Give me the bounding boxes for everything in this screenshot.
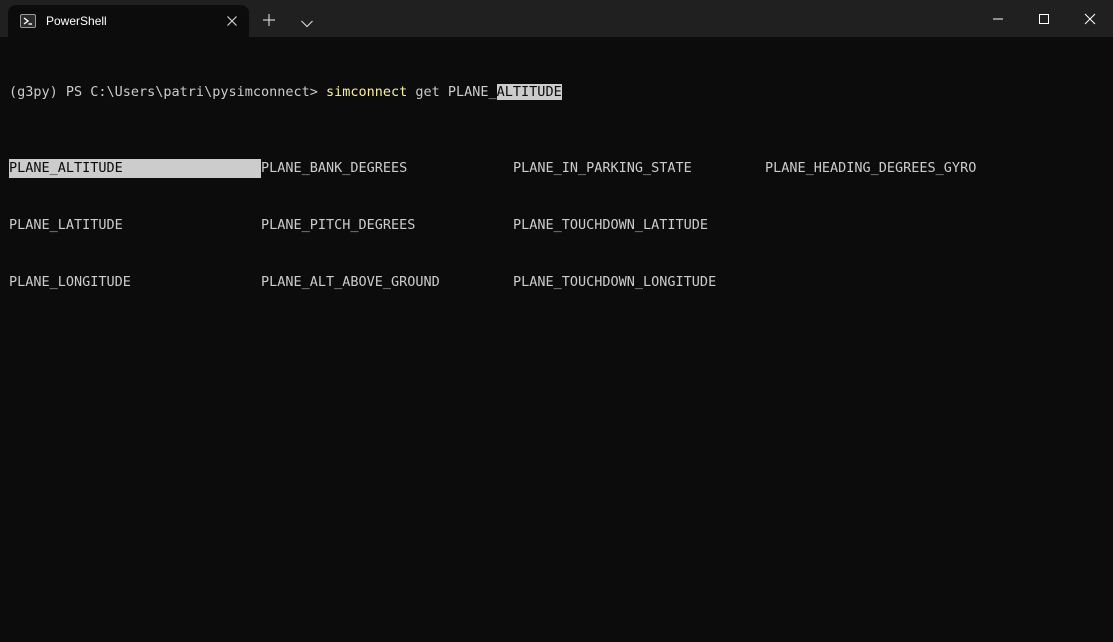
minimize-icon (993, 18, 1003, 20)
tab-powershell[interactable]: PowerShell (8, 5, 249, 37)
completion-item[interactable]: PLANE_TOUCHDOWN_LATITUDE (513, 216, 708, 235)
maximize-button[interactable] (1021, 0, 1067, 37)
completion-row: PLANE_LONGITUDE PLANE_ALT_ABOVE_GROUND P… (9, 273, 1109, 292)
completion-item[interactable]: PLANE_LONGITUDE (9, 273, 131, 292)
completion-item[interactable]: PLANE_LATITUDE (9, 216, 123, 235)
completion-item[interactable]: PLANE_BANK_DEGREES (261, 159, 407, 178)
selected-completion-text: ALTITUDE (496, 84, 562, 100)
completion-row: PLANE_ALTITUDE PLANE_BANK_DEGREES PLANE_… (9, 159, 1109, 178)
terminal-window: PowerShell (g3py) PS C:\Users\patri\pysi… (0, 0, 1113, 642)
chevron-down-icon[interactable] (300, 14, 314, 28)
completion-row: PLANE_LATITUDE PLANE_PITCH_DEGREES PLANE… (9, 216, 1109, 235)
completion-item[interactable]: PLANE_IN_PARKING_STATE (513, 159, 692, 178)
completion-item[interactable]: PLANE_TOUCHDOWN_LONGITUDE (513, 273, 716, 292)
prompt-line: (g3py) PS C:\Users\patri\pysimconnect> s… (9, 83, 1109, 102)
maximize-icon (1039, 14, 1049, 24)
completion-item[interactable]: PLANE_PITCH_DEGREES (261, 216, 415, 235)
completion-item[interactable]: PLANE_HEADING_DEGREES_GYRO (765, 159, 976, 178)
tab-close-icon[interactable] (224, 13, 240, 29)
plus-icon[interactable] (262, 12, 276, 26)
command-name: simconnect (325, 84, 408, 100)
completion-item-selected[interactable]: PLANE_ALTITUDE (9, 159, 261, 178)
tab-title: PowerShell (46, 14, 107, 28)
minimize-button[interactable] (975, 0, 1021, 37)
close-icon (1084, 13, 1096, 25)
completion-item[interactable]: PLANE_ALT_ABOVE_GROUND (261, 273, 440, 292)
command-args: get PLANE_ (407, 84, 497, 100)
powershell-icon (20, 13, 36, 29)
prompt: (g3py) PS C:\Users\patri\pysimconnect> (9, 84, 326, 100)
close-button[interactable] (1067, 0, 1113, 37)
title-bar[interactable]: PowerShell (0, 0, 1113, 37)
terminal-output[interactable]: (g3py) PS C:\Users\patri\pysimconnect> s… (9, 45, 1109, 635)
